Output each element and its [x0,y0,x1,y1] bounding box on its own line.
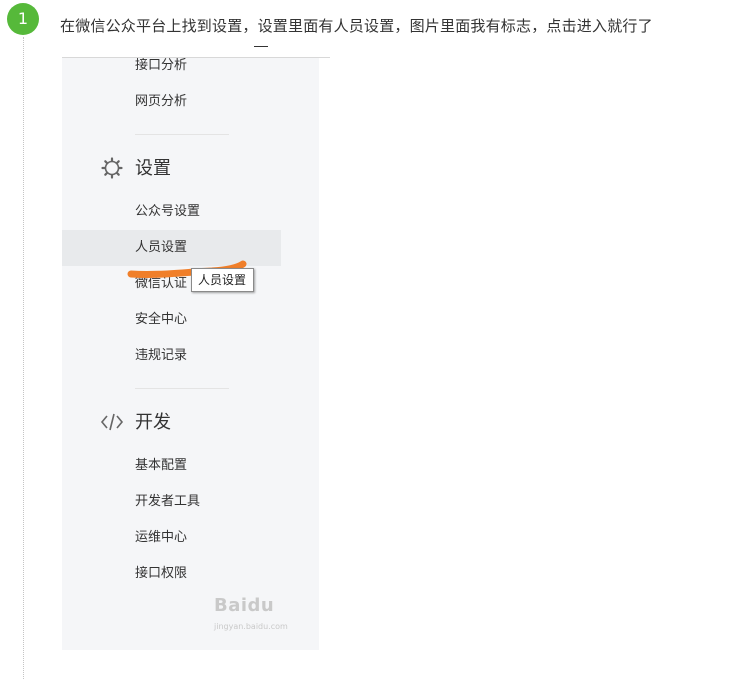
step-number-badge: 1 [7,3,39,35]
baidu-watermark: Baidu jingyan.baidu.com [214,595,304,635]
sidebar-item-webpage-analysis[interactable]: 网页分析 [62,84,281,120]
sidebar-item-violation-records[interactable]: 违规记录 [62,338,281,374]
section-divider [135,134,229,135]
tooltip: 人员设置 [191,268,254,292]
sidebar-item-developer-tools[interactable]: 开发者工具 [62,484,281,520]
sidebar-item-account-settings[interactable]: 公众号设置 [62,194,281,230]
watermark-logo: Baidu [214,595,275,616]
sidebar-item-security-center[interactable]: 安全中心 [62,302,281,338]
section-title-develop[interactable]: 开发 [135,411,171,435]
step-description: 在微信公众平台上找到设置，设置里面有人员设置，图片里面我有标志，点击进入就行了 [60,17,653,35]
code-icon [100,413,124,431]
sidebar-item-ops-center[interactable]: 运维中心 [62,520,281,556]
gear-icon [101,157,123,179]
timeline-line [23,37,24,679]
section-divider [135,388,229,389]
sidebar-item-interface-analysis[interactable]: 接口分析 [62,58,281,84]
watermark-url: jingyan.baidu.com [214,622,288,631]
sidebar-item-basic-config[interactable]: 基本配置 [62,448,281,484]
screenshot-top-mark [254,46,268,47]
section-title-settings[interactable]: 设置 [135,157,171,181]
sidebar-menu: 接口分析 网页分析 设置 公众号设置 人员设置 微信认证 安全中心 违规记录 开… [62,58,319,650]
sidebar-item-api-permissions[interactable]: 接口权限 [62,556,281,592]
